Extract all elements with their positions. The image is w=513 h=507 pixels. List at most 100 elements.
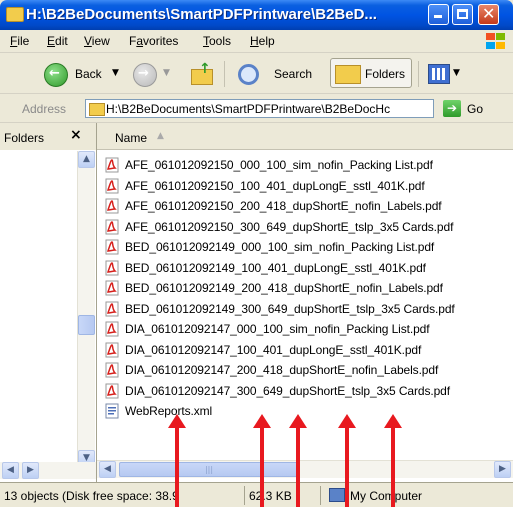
- menu-file[interactable]: File: [10, 34, 29, 48]
- annotation-arrow: [384, 414, 402, 507]
- file-name: BED_061012092149_300_649_dupShortE_tslp_…: [125, 301, 455, 316]
- folders-pane-title: Folders: [4, 131, 45, 145]
- pdf-icon: [105, 321, 119, 337]
- back-button[interactable]: ←: [44, 63, 68, 87]
- file-name: DIA_061012092147_300_649_dupShortE_tslp_…: [125, 383, 450, 398]
- views-dropdown-icon: ▼: [453, 68, 460, 78]
- annotation-arrow: [338, 414, 356, 507]
- file-row[interactable]: AFE_061012092150_100_401_dupLongE_sstl_4…: [105, 176, 505, 196]
- menu-bar: File Edit View Favorites Tools Help: [0, 30, 513, 53]
- file-name: BED_061012092149_200_418_dupShortE_nofin…: [125, 281, 443, 295]
- status-objects: 13 objects (Disk free space: 38.9: [4, 489, 179, 503]
- back-label[interactable]: Back: [75, 67, 102, 81]
- title-bar[interactable]: H:\B2BeDocuments\SmartPDFPrintware\B2BeD…: [0, 0, 513, 30]
- scroll-up-button[interactable]: ▲: [78, 151, 95, 168]
- back-arrow-icon: ←: [49, 66, 60, 81]
- maximize-icon: [457, 9, 468, 19]
- status-size: 62.3 KB: [249, 489, 292, 503]
- scroll-left-button[interactable]: ◀: [99, 461, 116, 478]
- file-row[interactable]: BED_061012092149_100_401_dupLongE_sstl_4…: [105, 258, 505, 278]
- pdf-icon: [105, 178, 119, 194]
- close-icon: ✕: [482, 4, 496, 23]
- file-name: AFE_061012092150_300_649_dupShortE_tslp_…: [125, 219, 454, 234]
- file-list: Name ▲ AFE_061012092150_000_100_sim_nofi…: [97, 123, 513, 483]
- file-name: DIA_061012092147_100_401_dupLongE_sstl_4…: [125, 342, 422, 357]
- file-row[interactable]: BED_061012092149_200_418_dupShortE_nofin…: [105, 278, 505, 298]
- my-computer-icon: [329, 488, 345, 502]
- scrollbar-thumb[interactable]: |||: [119, 462, 299, 477]
- back-dropdown-icon[interactable]: ▼: [112, 68, 119, 78]
- folders-button[interactable]: Folders: [330, 58, 412, 88]
- pdf-icon: [105, 157, 119, 173]
- search-button[interactable]: [232, 62, 268, 86]
- menu-help[interactable]: Help: [250, 34, 275, 48]
- folders-pane-close-button[interactable]: ×: [70, 127, 82, 143]
- menu-tools[interactable]: Tools: [203, 34, 231, 48]
- pdf-icon: [105, 301, 119, 317]
- file-row[interactable]: AFE_061012092150_300_649_dupShortE_tslp_…: [105, 217, 505, 237]
- file-name: AFE_061012092150_100_401_dupLongE_sstl_4…: [125, 178, 425, 193]
- menu-edit[interactable]: Edit: [47, 34, 68, 48]
- folders-horizontal-scrollbar[interactable]: ◀ ▶: [0, 462, 96, 479]
- forward-dropdown-icon[interactable]: ▼: [163, 68, 170, 78]
- file-name: BED_061012092149_000_100_sim_nofin_Packi…: [125, 240, 435, 254]
- address-input[interactable]: H:\B2BeDocuments\SmartPDFPrintware\B2BeD…: [85, 99, 434, 118]
- pdf-icon: [105, 280, 119, 296]
- folders-pane: Folders × ▲ ▼: [0, 123, 97, 483]
- pdf-icon: [105, 239, 119, 255]
- status-location: My Computer: [350, 489, 423, 503]
- pdf-icon: [105, 383, 119, 399]
- views-button[interactable]: ▼: [426, 62, 466, 86]
- name-column-header[interactable]: Name: [115, 131, 147, 145]
- address-bar: Address H:\B2BeDocuments\SmartPDFPrintwa…: [0, 94, 513, 123]
- minimize-button[interactable]: [428, 4, 449, 25]
- sort-ascending-icon: ▲: [157, 131, 164, 141]
- file-row[interactable]: BED_061012092149_000_100_sim_nofin_Packi…: [105, 237, 505, 257]
- window-title: H:\B2BeDocuments\SmartPDFPrintware\B2BeD…: [26, 6, 377, 23]
- folders-pane-header: Folders ×: [0, 123, 96, 150]
- file-name: BED_061012092149_100_401_dupLongE_sstl_4…: [125, 260, 426, 275]
- pdf-icon: [105, 260, 119, 276]
- address-label: Address: [22, 102, 67, 116]
- file-list-horizontal-scrollbar[interactable]: ◀ ||| ▶: [97, 460, 513, 478]
- toolbar-separator: [224, 61, 225, 87]
- status-bar: 13 objects (Disk free space: 38.9 62.3 K…: [0, 482, 513, 507]
- file-name: AFE_061012092150_000_100_sim_nofin_Packi…: [125, 158, 433, 172]
- close-button[interactable]: ✕: [478, 4, 499, 25]
- scroll-right-button[interactable]: ▶: [22, 462, 39, 479]
- pdf-icon: [105, 219, 119, 235]
- file-row[interactable]: BED_061012092149_300_649_dupShortE_tslp_…: [105, 299, 505, 319]
- file-row[interactable]: DIA_061012092147_100_401_dupLongE_sstl_4…: [105, 340, 505, 360]
- file-row[interactable]: AFE_061012092150_000_100_sim_nofin_Packi…: [105, 155, 505, 175]
- maximize-button[interactable]: [452, 4, 473, 25]
- go-button[interactable]: Go: [467, 102, 483, 116]
- scrollbar-thumb[interactable]: [78, 315, 95, 335]
- folders-icon: [335, 65, 361, 84]
- menu-view[interactable]: View: [84, 34, 110, 48]
- forward-arrow-icon: →: [138, 66, 149, 81]
- menu-favorites[interactable]: Favorites: [129, 34, 178, 48]
- file-row[interactable]: DIA_061012092147_200_418_dupShortE_nofin…: [105, 360, 505, 380]
- toolbar-separator: [418, 61, 419, 87]
- file-row[interactable]: AFE_061012092150_200_418_dupShortE_nofin…: [105, 196, 505, 216]
- scroll-left-button[interactable]: ◀: [2, 462, 19, 479]
- toolbar: ← Back ▼ → ▼ ↑ Search Folders ▼: [0, 53, 513, 94]
- go-arrow-icon[interactable]: ➔: [443, 100, 461, 117]
- file-name: AFE_061012092150_200_418_dupShortE_nofin…: [125, 199, 442, 213]
- forward-button[interactable]: →: [133, 63, 157, 87]
- column-header: Name ▲: [97, 123, 513, 150]
- file-row[interactable]: DIA_061012092147_300_649_dupShortE_tslp_…: [105, 381, 505, 401]
- search-icon: [238, 64, 259, 85]
- scroll-right-button[interactable]: ▶: [494, 461, 511, 478]
- search-label[interactable]: Search: [274, 67, 312, 81]
- pdf-icon: [105, 362, 119, 378]
- folders-vertical-scrollbar[interactable]: ▲ ▼: [77, 151, 95, 467]
- folder-icon: [89, 103, 105, 116]
- windows-logo-icon: [484, 32, 506, 50]
- file-row[interactable]: DIA_061012092147_000_100_sim_nofin_Packi…: [105, 319, 505, 339]
- pdf-icon: [105, 198, 119, 214]
- up-arrow-icon: ↑: [199, 61, 211, 77]
- folder-icon: [6, 7, 24, 22]
- up-folder-button[interactable]: ↑: [189, 61, 215, 85]
- annotation-arrow: [289, 414, 307, 507]
